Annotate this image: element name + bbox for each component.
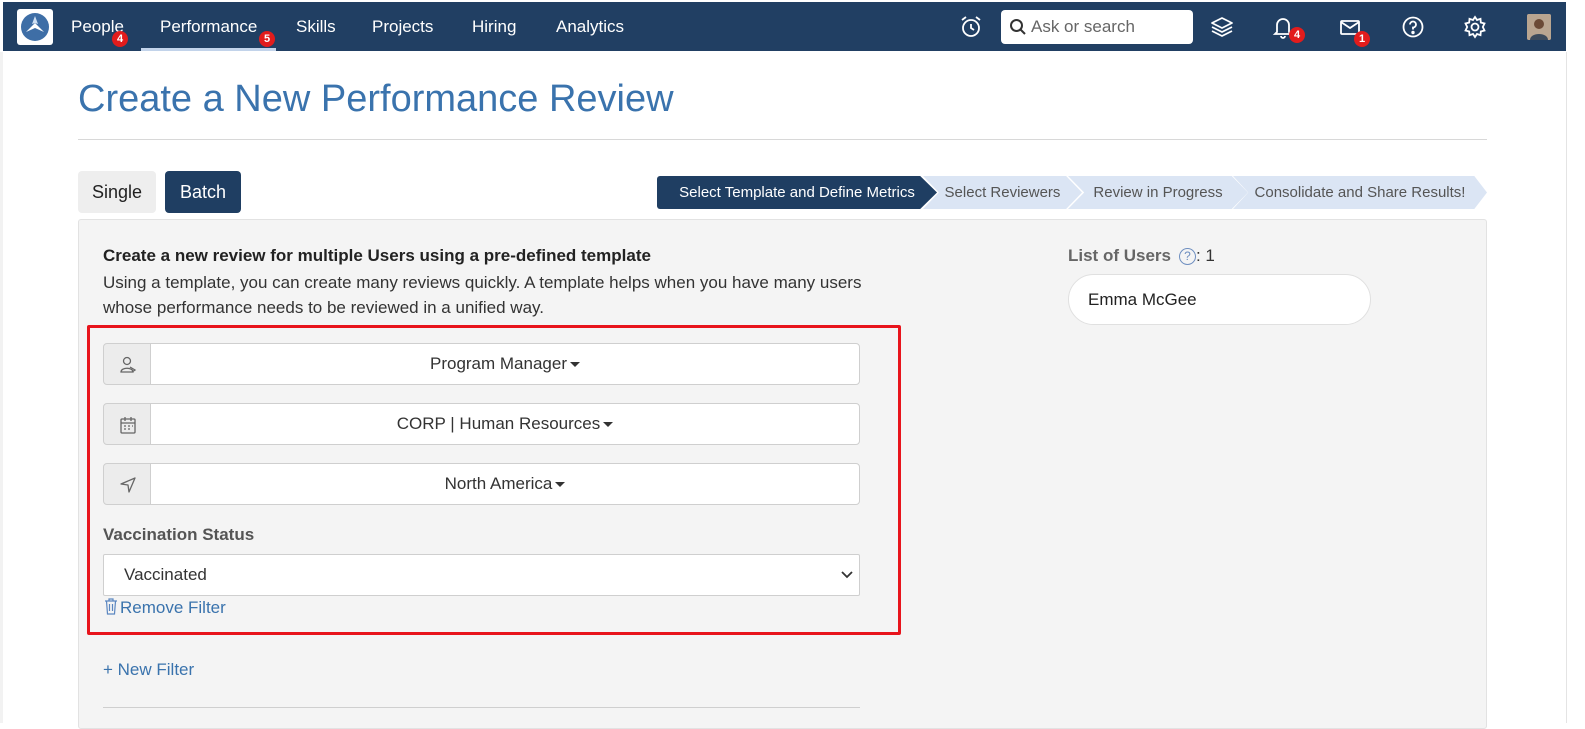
caret-down-icon	[570, 362, 580, 368]
page-title: Create a New Performance Review	[78, 78, 674, 120]
nav-performance-label: Performance	[160, 17, 258, 36]
form-divider	[103, 707, 860, 708]
top-navigation-bar: People 4 Performance 5 Skills Projects H…	[3, 2, 1566, 51]
title-divider	[78, 139, 1487, 140]
department-filter-row: CORP | Human Resources	[103, 403, 860, 445]
performance-badge: 5	[259, 31, 275, 47]
gear-icon[interactable]	[1462, 14, 1488, 40]
remove-filter-label: Remove Filter	[120, 598, 226, 617]
nav-analytics[interactable]: Analytics	[556, 2, 624, 51]
chevron-down-icon	[841, 571, 853, 579]
users-list-label: List of Users	[1068, 246, 1171, 265]
help-icon[interactable]: ?	[1178, 248, 1196, 265]
batch-mode-button[interactable]: Batch	[165, 171, 241, 213]
form-intro-text: Using a template, you can create many re…	[103, 273, 862, 317]
caret-down-icon	[603, 422, 614, 428]
location-arrow-icon	[103, 463, 151, 505]
people-badge: 4	[112, 31, 128, 47]
single-mode-button[interactable]: Single	[78, 171, 156, 213]
department-select-value: CORP | Human Resources	[396, 414, 601, 433]
user-role-icon	[103, 343, 151, 385]
nav-skills-label: Skills	[296, 17, 336, 36]
messages-badge: 1	[1354, 31, 1370, 47]
wizard-step-select-reviewers[interactable]: Select Reviewers	[923, 176, 1082, 209]
nav-hiring[interactable]: Hiring	[472, 2, 516, 51]
search-icon	[1010, 19, 1026, 35]
wizard-step-consolidate[interactable]: Consolidate and Share Results!	[1233, 176, 1487, 209]
wizard-step-select-template[interactable]: Select Template and Define Metrics	[657, 176, 937, 209]
user-chip[interactable]: Emma McGee	[1068, 274, 1371, 325]
layers-icon[interactable]	[1209, 14, 1235, 40]
department-select[interactable]: CORP | Human Resources	[150, 403, 860, 445]
app-window: People 4 Performance 5 Skills Projects H…	[0, 0, 1585, 729]
role-filter-row: Program Manager	[103, 343, 860, 385]
form-intro-title: Create a new review for multiple Users u…	[103, 246, 651, 265]
alarm-clock-icon[interactable]	[958, 14, 984, 40]
vaccination-status-label: Vaccination Status	[103, 525, 255, 544]
nav-analytics-label: Analytics	[556, 17, 625, 36]
users-list-header: List of Users?: 1	[1068, 246, 1215, 266]
role-select[interactable]: Program Manager	[150, 343, 860, 385]
vaccination-status-value: Vaccinated	[124, 565, 207, 584]
new-filter-link[interactable]: + New Filter	[103, 660, 194, 680]
calendar-icon	[103, 403, 151, 445]
trash-icon	[105, 598, 117, 615]
remove-filter-link[interactable]: Remove Filter	[103, 597, 226, 618]
users-count: : 1	[1195, 246, 1215, 265]
help-icon[interactable]	[1400, 14, 1426, 40]
search-input[interactable]	[1031, 14, 1187, 40]
vaccination-status-select[interactable]: Vaccinated	[103, 554, 860, 596]
nav-projects[interactable]: Projects	[372, 2, 433, 51]
app-logo[interactable]	[17, 9, 53, 45]
notifications-badge: 4	[1289, 27, 1305, 43]
location-filter-row: North America	[103, 463, 860, 505]
location-select[interactable]: North America	[150, 463, 860, 505]
nav-performance[interactable]: Performance	[140, 2, 277, 51]
location-select-value: North America	[444, 474, 553, 493]
nav-hiring-label: Hiring	[472, 17, 517, 36]
role-select-value: Program Manager	[429, 354, 567, 373]
scrollbar-track[interactable]	[1566, 52, 1585, 723]
avatar[interactable]	[1527, 14, 1551, 40]
window-edge	[0, 52, 3, 723]
nav-skills[interactable]: Skills	[296, 2, 336, 51]
wizard-step-review-in-progress[interactable]: Review in Progress	[1068, 176, 1248, 209]
caret-down-icon	[555, 482, 566, 488]
search-box[interactable]	[1001, 10, 1193, 44]
nav-projects-label: Projects	[372, 17, 434, 36]
